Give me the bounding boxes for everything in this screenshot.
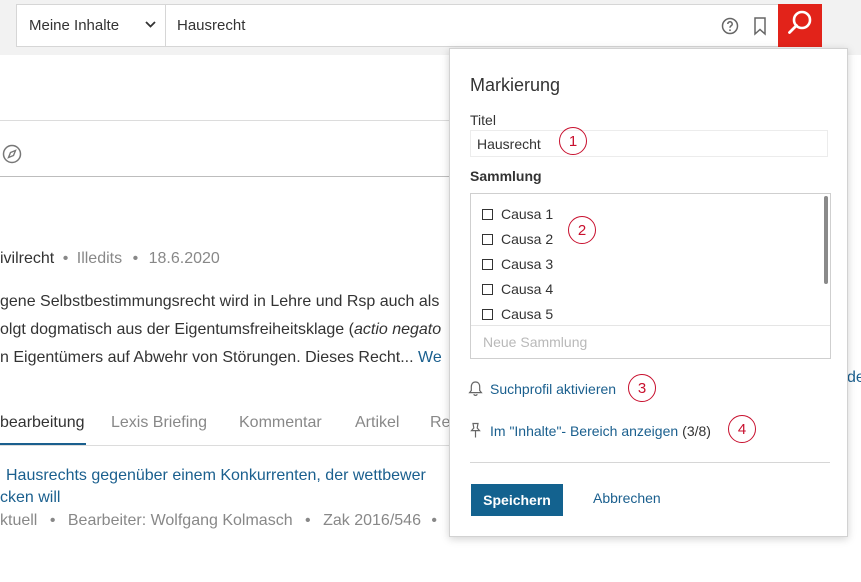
more-link[interactable]: We xyxy=(418,349,442,366)
help-icon[interactable] xyxy=(719,15,741,37)
collection-item[interactable]: Causa 4 xyxy=(482,281,553,297)
snippet-line: olgt dogmatisch aus der Eigentumsfreihei… xyxy=(0,321,442,338)
collection-label: Sammlung xyxy=(470,168,542,184)
pin-to-content-link[interactable]: Im "Inhalte"- Bereich anzeigen (3/8) xyxy=(468,422,711,439)
tab-bearbeitung[interactable]: bearbeitung xyxy=(0,414,85,432)
chevron-down-icon xyxy=(144,18,157,35)
document-meta: ivilrecht • Illedits • 18.6.2020 xyxy=(0,250,220,267)
scrollbar[interactable] xyxy=(824,196,828,284)
collection-item[interactable]: Causa 1 xyxy=(482,206,553,222)
annotation-badge: 2 xyxy=(568,216,596,244)
pin-count: (3/8) xyxy=(682,422,711,439)
result-meta: ktuell • Bearbeiter: Wolfgang Kolmasch •… xyxy=(0,512,438,529)
checkbox[interactable] xyxy=(482,308,493,320)
checkbox[interactable] xyxy=(482,208,493,220)
collection-item[interactable]: Causa 3 xyxy=(482,256,553,272)
checkbox[interactable] xyxy=(482,233,493,245)
divider xyxy=(0,445,449,446)
tab-kommentar[interactable]: Kommentar xyxy=(239,414,322,432)
checkbox[interactable] xyxy=(482,283,493,295)
snippet-line: gene Selbstbestimmungsrecht wird in Lehr… xyxy=(0,293,440,310)
annotation-badge: 3 xyxy=(628,374,656,402)
bell-icon xyxy=(468,380,483,397)
annotation-badge: 1 xyxy=(559,127,587,155)
collection-item[interactable]: Causa 5 xyxy=(482,306,553,322)
tab-re[interactable]: Re xyxy=(430,414,450,432)
search-icon xyxy=(786,9,814,42)
search-button[interactable] xyxy=(778,4,822,47)
result-title-cont[interactable]: cken will xyxy=(0,489,60,507)
edge-link[interactable]: de xyxy=(847,369,861,387)
save-button[interactable]: Speichern xyxy=(471,484,563,516)
pin-icon xyxy=(468,422,483,439)
divider xyxy=(0,176,449,177)
tab-lexis-briefing[interactable]: Lexis Briefing xyxy=(111,414,207,432)
scope-label: Meine Inhalte xyxy=(29,17,120,34)
new-collection-input[interactable]: Neue Sammlung xyxy=(483,334,587,350)
scope-select[interactable]: Meine Inhalte xyxy=(17,5,166,46)
collection-item[interactable]: Causa 2 xyxy=(482,231,553,247)
divider xyxy=(0,120,449,121)
title-input[interactable] xyxy=(470,130,828,157)
cancel-button[interactable]: Abbrechen xyxy=(593,490,661,506)
compass-icon[interactable] xyxy=(2,144,22,169)
search-box: Meine Inhalte xyxy=(16,4,822,47)
collection-box: Causa 1 Causa 2 Causa 3 Causa 4 Causa 5 … xyxy=(470,193,831,359)
tab-artikel[interactable]: Artikel xyxy=(355,414,399,432)
divider xyxy=(470,462,830,463)
result-title[interactable]: Hausrechts gegenüber einem Konkurrenten,… xyxy=(6,467,426,485)
checkbox[interactable] xyxy=(482,258,493,270)
popup-title: Markierung xyxy=(470,75,561,95)
bookmark-popup: Markierung Titel Sammlung Causa 1 Causa … xyxy=(449,48,848,537)
snippet-line: n Eigentümers auf Abwehr von Störungen. … xyxy=(0,349,442,366)
search-profile-link[interactable]: Suchprofil aktivieren xyxy=(468,380,616,397)
title-label: Titel xyxy=(470,112,496,128)
annotation-badge: 4 xyxy=(728,415,756,443)
collection-list[interactable]: Causa 1 Causa 2 Causa 3 Causa 4 Causa 5 xyxy=(471,194,830,326)
bookmark-icon[interactable] xyxy=(749,15,771,37)
search-input[interactable] xyxy=(177,5,697,46)
